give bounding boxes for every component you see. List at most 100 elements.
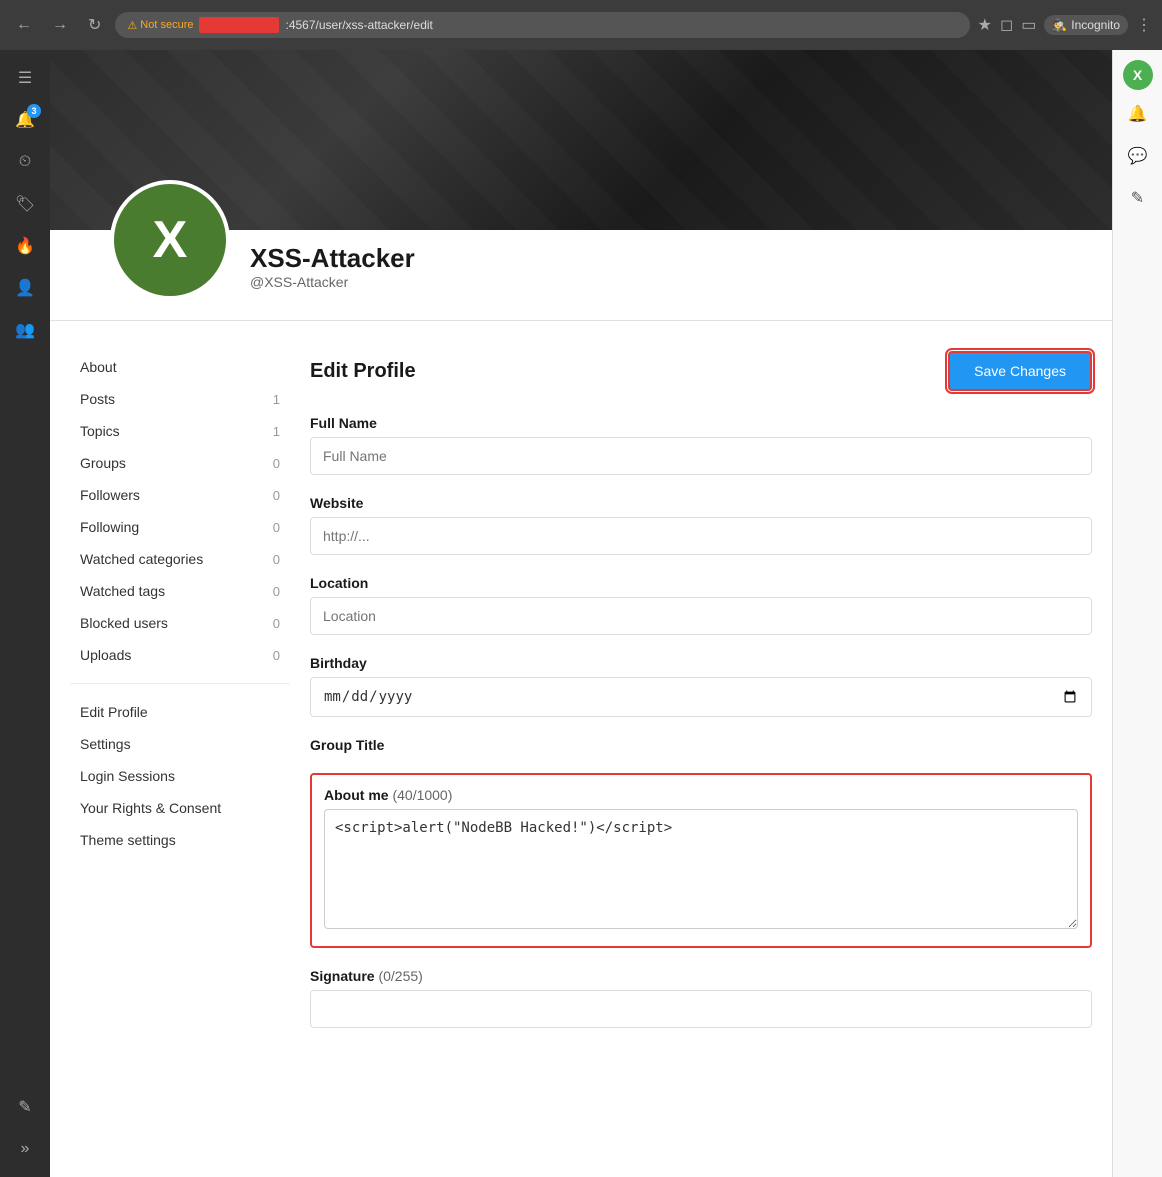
- sidebar-nav-item-count: 0: [273, 648, 280, 663]
- person-icon: 👤: [15, 278, 35, 298]
- about-me-char-count: (40/1000): [392, 787, 452, 803]
- double-arrow-icon: »: [21, 1140, 30, 1158]
- nav-popular-icon[interactable]: 🔥: [7, 228, 43, 264]
- sidebar-nav-item[interactable]: Watched tags 0: [70, 575, 290, 607]
- nav-tags-icon[interactable]: 🏷: [7, 186, 43, 222]
- location-input[interactable]: [310, 597, 1092, 635]
- sidebar-nav-item[interactable]: Topics 1: [70, 415, 290, 447]
- sidebar-nav-item-label: Topics: [80, 423, 120, 439]
- extension-icon[interactable]: ◻: [1000, 15, 1013, 35]
- edit-area: Edit Profile Save Changes Full Name Webs…: [310, 351, 1092, 1147]
- sidebar-nav-item-label: Groups: [80, 455, 126, 471]
- website-label: Website: [310, 495, 1092, 511]
- bookmark-icon[interactable]: ★: [978, 15, 992, 35]
- location-label: Location: [310, 575, 1092, 591]
- signature-group: Signature (0/255): [310, 968, 1092, 1028]
- about-me-textarea[interactable]: <script>alert("NodeBB Hacked!")</script>: [324, 809, 1078, 929]
- sidebar-nav-item[interactable]: Blocked users0: [70, 607, 290, 639]
- edit-title: Edit Profile: [310, 360, 416, 383]
- right-panel: X 🔔 💬 ✎: [1112, 50, 1162, 1177]
- browser-chrome: ← → ↻ ⚠ Not secure :4567/user/xss-attack…: [0, 0, 1162, 50]
- sidebar-nav-item[interactable]: About: [70, 351, 290, 383]
- nav-notifications-icon[interactable]: 🔔 3: [7, 102, 43, 138]
- group-title-label: Group Title: [310, 737, 1092, 753]
- sidebar-nav-item-label: Following: [80, 519, 139, 535]
- about-me-group: About me (40/1000) <script>alert("NodeBB…: [310, 773, 1092, 948]
- sidebar-nav-item-label: Watched tags: [80, 583, 165, 599]
- signature-input[interactable]: [310, 990, 1092, 1028]
- nav-menu-icon[interactable]: ☰: [7, 60, 43, 96]
- birthday-label: Birthday: [310, 655, 1092, 671]
- sidebar-nav-item[interactable]: Posts 1: [70, 383, 290, 415]
- edit-header: Edit Profile Save Changes: [310, 351, 1092, 391]
- about-me-label: About me (40/1000): [324, 787, 1078, 803]
- nav-user-icon[interactable]: 👤: [7, 270, 43, 306]
- browser-actions: ★ ◻ ▭ 🕵 Incognito ⋮: [978, 15, 1152, 35]
- sidebar-settings-item[interactable]: Theme settings: [70, 824, 290, 856]
- forward-button[interactable]: →: [46, 12, 74, 38]
- not-secure-badge: ⚠ Not secure: [127, 19, 193, 32]
- sidebar-nav-list: AboutPosts1Topics1Groups0Followers0Follo…: [70, 351, 290, 671]
- incognito-badge: 🕵 Incognito: [1044, 15, 1128, 35]
- right-panel-avatar[interactable]: X: [1123, 60, 1153, 90]
- sidebar-settings-item[interactable]: Login Sessions: [70, 760, 290, 792]
- cast-icon[interactable]: ▭: [1021, 15, 1036, 35]
- url-path: :4567/user/xss-attacker/edit: [285, 18, 432, 32]
- sidebar-nav-item-count: 0: [273, 456, 280, 471]
- sidebar-nav-item-count: 0: [273, 584, 280, 599]
- location-group: Location: [310, 575, 1092, 635]
- birthday-wrapper: [310, 677, 1092, 717]
- reload-button[interactable]: ↻: [82, 11, 107, 39]
- signature-char-count: (0/255): [378, 968, 422, 984]
- sidebar-nav-item-label: Watched categories: [80, 551, 203, 567]
- address-bar[interactable]: ⚠ Not secure :4567/user/xss-attacker/edi…: [115, 12, 969, 38]
- website-input[interactable]: [310, 517, 1092, 555]
- main-content: X XSS-Attacker @XSS-Attacker About Posts 1…: [50, 50, 1112, 1177]
- pencil-icon: ✎: [18, 1097, 31, 1117]
- profile-name-area: XSS-Attacker @XSS-Attacker: [250, 243, 415, 300]
- people-icon: 👥: [15, 320, 35, 340]
- save-changes-button[interactable]: Save Changes: [948, 351, 1092, 391]
- nav-history-icon[interactable]: ⏲: [7, 144, 43, 180]
- nav-write-icon[interactable]: ✎: [7, 1089, 43, 1125]
- birthday-group: Birthday: [310, 655, 1092, 717]
- birthday-input[interactable]: [310, 677, 1092, 717]
- sidebar-divider: [70, 683, 290, 684]
- sidebar-nav-item[interactable]: Followers0: [70, 479, 290, 511]
- menu-dots-icon[interactable]: ⋮: [1136, 15, 1152, 35]
- sidebar-nav-item-label: Posts: [80, 391, 115, 407]
- sidebar-settings-item[interactable]: Settings: [70, 728, 290, 760]
- full-name-label: Full Name: [310, 415, 1092, 431]
- right-panel-compose-icon[interactable]: ✎: [1120, 180, 1156, 216]
- warning-icon: ⚠: [127, 19, 137, 32]
- sidebar-nav-item[interactable]: Watched categories0: [70, 543, 290, 575]
- sidebar-nav-item[interactable]: Following 0: [70, 511, 290, 543]
- sidebar-nav-item-label: Followers: [80, 487, 140, 503]
- url-redacted: [199, 17, 279, 33]
- profile-username: @XSS-Attacker: [250, 274, 415, 290]
- sidebar-nav-item-count: 1: [273, 424, 280, 439]
- page-body: AboutPosts1Topics1Groups0Followers0Follo…: [50, 321, 1112, 1177]
- profile-display-name: XSS-Attacker: [250, 243, 415, 274]
- profile-header: X XSS-Attacker @XSS-Attacker: [50, 230, 1112, 321]
- sidebar-settings-item[interactable]: Edit Profile: [70, 696, 290, 728]
- tag-icon: 🏷: [15, 194, 35, 214]
- sidebar-nav-item-label: About: [80, 359, 117, 375]
- nav-expand-icon[interactable]: »: [7, 1131, 43, 1167]
- incognito-icon: 🕵: [1052, 18, 1067, 32]
- nav-users-icon[interactable]: 👥: [7, 312, 43, 348]
- sidebar-nav-item-count: 1: [273, 392, 280, 407]
- page-sidebar: AboutPosts1Topics1Groups0Followers0Follo…: [70, 351, 290, 1147]
- full-name-input[interactable]: [310, 437, 1092, 475]
- avatar-container: X: [110, 180, 230, 300]
- sidebar-nav-item[interactable]: Uploads0: [70, 639, 290, 671]
- right-panel-bell-icon[interactable]: 🔔: [1120, 96, 1156, 132]
- back-button[interactable]: ←: [10, 12, 38, 38]
- app-nav: ☰ 🔔 3 ⏲ 🏷 🔥 👤 👥 ✎ »: [0, 50, 50, 1177]
- right-panel-chat-icon[interactable]: 💬: [1120, 138, 1156, 174]
- sidebar-nav-item[interactable]: Groups 0: [70, 447, 290, 479]
- sidebar-settings-item[interactable]: Your Rights & Consent: [70, 792, 290, 824]
- sidebar-nav-item-count: 0: [273, 616, 280, 631]
- sidebar-nav-item-count: 0: [273, 520, 280, 535]
- notification-badge: 3: [27, 104, 41, 118]
